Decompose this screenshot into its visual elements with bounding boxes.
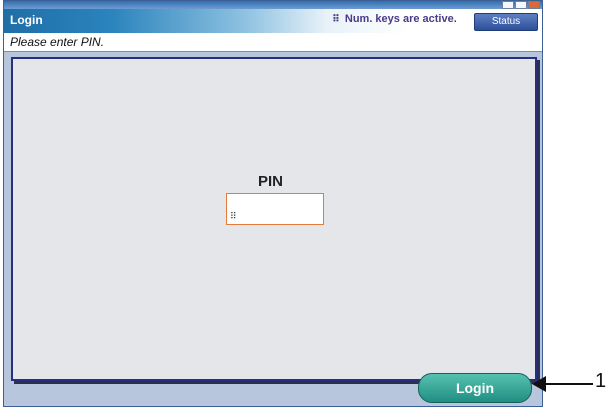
keypad-icon: ⠿ bbox=[332, 14, 340, 25]
keypad-icon: ⠿ bbox=[230, 211, 237, 221]
window-title: Login bbox=[10, 13, 43, 27]
num-keys-text: Num. keys are active. bbox=[344, 13, 457, 25]
num-keys-status: ⠿ Num. keys are active. bbox=[332, 13, 457, 25]
maximize-icon[interactable] bbox=[515, 1, 527, 9]
callout-line bbox=[535, 383, 593, 385]
pin-input[interactable] bbox=[239, 202, 323, 220]
status-button[interactable]: Status bbox=[474, 13, 538, 31]
minimize-icon[interactable] bbox=[502, 1, 514, 9]
pin-input-field[interactable]: ⠿ bbox=[226, 193, 324, 225]
close-icon[interactable] bbox=[528, 1, 540, 9]
title-bar: Login ⠿ Num. keys are active. Status bbox=[4, 9, 542, 33]
message-bar: Please enter PIN. bbox=[4, 33, 542, 52]
callout-number: 1 bbox=[595, 370, 607, 392]
instruction-message: Please enter PIN. bbox=[10, 35, 105, 49]
login-button[interactable]: Login bbox=[418, 373, 532, 403]
pin-label: PIN bbox=[258, 173, 284, 190]
window-top-strip bbox=[4, 1, 542, 9]
